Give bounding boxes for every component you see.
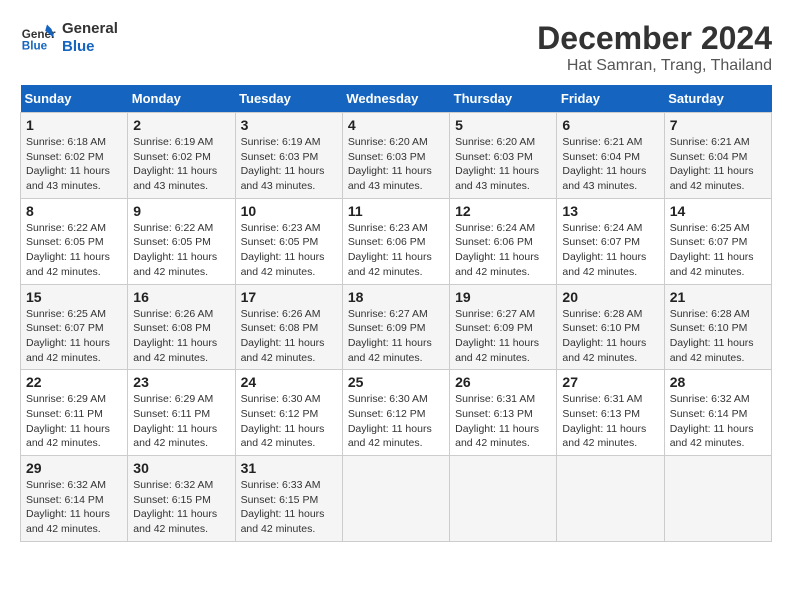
table-row: 11Sunrise: 6:23 AM Sunset: 6:06 PM Dayli… xyxy=(342,198,449,284)
table-row: 1Sunrise: 6:18 AM Sunset: 6:02 PM Daylig… xyxy=(21,113,128,199)
table-row: 19Sunrise: 6:27 AM Sunset: 6:09 PM Dayli… xyxy=(450,284,557,370)
weekday-header-wednesday: Wednesday xyxy=(342,85,449,113)
table-row: 8Sunrise: 6:22 AM Sunset: 6:05 PM Daylig… xyxy=(21,198,128,284)
table-row xyxy=(664,456,771,542)
weekday-header-tuesday: Tuesday xyxy=(235,85,342,113)
weekday-header-sunday: Sunday xyxy=(21,85,128,113)
table-row: 4Sunrise: 6:20 AM Sunset: 6:03 PM Daylig… xyxy=(342,113,449,199)
table-row: 12Sunrise: 6:24 AM Sunset: 6:06 PM Dayli… xyxy=(450,198,557,284)
month-title: December 2024 xyxy=(537,20,772,57)
weekday-header-saturday: Saturday xyxy=(664,85,771,113)
logo-text: GeneralBlue xyxy=(62,20,118,56)
table-row: 16Sunrise: 6:26 AM Sunset: 6:08 PM Dayli… xyxy=(128,284,235,370)
calendar-week-4: 22Sunrise: 6:29 AM Sunset: 6:11 PM Dayli… xyxy=(21,370,772,456)
table-row: 31Sunrise: 6:33 AM Sunset: 6:15 PM Dayli… xyxy=(235,456,342,542)
table-row: 27Sunrise: 6:31 AM Sunset: 6:13 PM Dayli… xyxy=(557,370,664,456)
table-row: 18Sunrise: 6:27 AM Sunset: 6:09 PM Dayli… xyxy=(342,284,449,370)
table-row: 10Sunrise: 6:23 AM Sunset: 6:05 PM Dayli… xyxy=(235,198,342,284)
svg-text:Blue: Blue xyxy=(22,40,48,53)
table-row: 20Sunrise: 6:28 AM Sunset: 6:10 PM Dayli… xyxy=(557,284,664,370)
page-header: General Blue GeneralBlue December 2024 H… xyxy=(20,20,772,75)
calendar-table: SundayMondayTuesdayWednesdayThursdayFrid… xyxy=(20,85,772,542)
table-row: 5Sunrise: 6:20 AM Sunset: 6:03 PM Daylig… xyxy=(450,113,557,199)
table-row: 30Sunrise: 6:32 AM Sunset: 6:15 PM Dayli… xyxy=(128,456,235,542)
table-row: 7Sunrise: 6:21 AM Sunset: 6:04 PM Daylig… xyxy=(664,113,771,199)
logo-icon: General Blue xyxy=(20,20,56,56)
table-row: 22Sunrise: 6:29 AM Sunset: 6:11 PM Dayli… xyxy=(21,370,128,456)
calendar-week-2: 8Sunrise: 6:22 AM Sunset: 6:05 PM Daylig… xyxy=(21,198,772,284)
table-row: 3Sunrise: 6:19 AM Sunset: 6:03 PM Daylig… xyxy=(235,113,342,199)
title-area: December 2024 Hat Samran, Trang, Thailan… xyxy=(537,20,772,75)
table-row: 14Sunrise: 6:25 AM Sunset: 6:07 PM Dayli… xyxy=(664,198,771,284)
table-row: 13Sunrise: 6:24 AM Sunset: 6:07 PM Dayli… xyxy=(557,198,664,284)
weekday-header-thursday: Thursday xyxy=(450,85,557,113)
table-row: 9Sunrise: 6:22 AM Sunset: 6:05 PM Daylig… xyxy=(128,198,235,284)
table-row: 26Sunrise: 6:31 AM Sunset: 6:13 PM Dayli… xyxy=(450,370,557,456)
table-row: 21Sunrise: 6:28 AM Sunset: 6:10 PM Dayli… xyxy=(664,284,771,370)
table-row: 28Sunrise: 6:32 AM Sunset: 6:14 PM Dayli… xyxy=(664,370,771,456)
table-row xyxy=(557,456,664,542)
weekday-header-monday: Monday xyxy=(128,85,235,113)
table-row: 25Sunrise: 6:30 AM Sunset: 6:12 PM Dayli… xyxy=(342,370,449,456)
table-row: 2Sunrise: 6:19 AM Sunset: 6:02 PM Daylig… xyxy=(128,113,235,199)
table-row: 17Sunrise: 6:26 AM Sunset: 6:08 PM Dayli… xyxy=(235,284,342,370)
calendar-week-3: 15Sunrise: 6:25 AM Sunset: 6:07 PM Dayli… xyxy=(21,284,772,370)
calendar-week-5: 29Sunrise: 6:32 AM Sunset: 6:14 PM Dayli… xyxy=(21,456,772,542)
table-row: 24Sunrise: 6:30 AM Sunset: 6:12 PM Dayli… xyxy=(235,370,342,456)
weekday-header-friday: Friday xyxy=(557,85,664,113)
calendar-week-1: 1Sunrise: 6:18 AM Sunset: 6:02 PM Daylig… xyxy=(21,113,772,199)
table-row xyxy=(342,456,449,542)
table-row xyxy=(450,456,557,542)
table-row: 23Sunrise: 6:29 AM Sunset: 6:11 PM Dayli… xyxy=(128,370,235,456)
table-row: 15Sunrise: 6:25 AM Sunset: 6:07 PM Dayli… xyxy=(21,284,128,370)
table-row: 29Sunrise: 6:32 AM Sunset: 6:14 PM Dayli… xyxy=(21,456,128,542)
table-row: 6Sunrise: 6:21 AM Sunset: 6:04 PM Daylig… xyxy=(557,113,664,199)
location-title: Hat Samran, Trang, Thailand xyxy=(537,57,772,75)
weekday-header-row: SundayMondayTuesdayWednesdayThursdayFrid… xyxy=(21,85,772,113)
logo: General Blue GeneralBlue xyxy=(20,20,118,56)
